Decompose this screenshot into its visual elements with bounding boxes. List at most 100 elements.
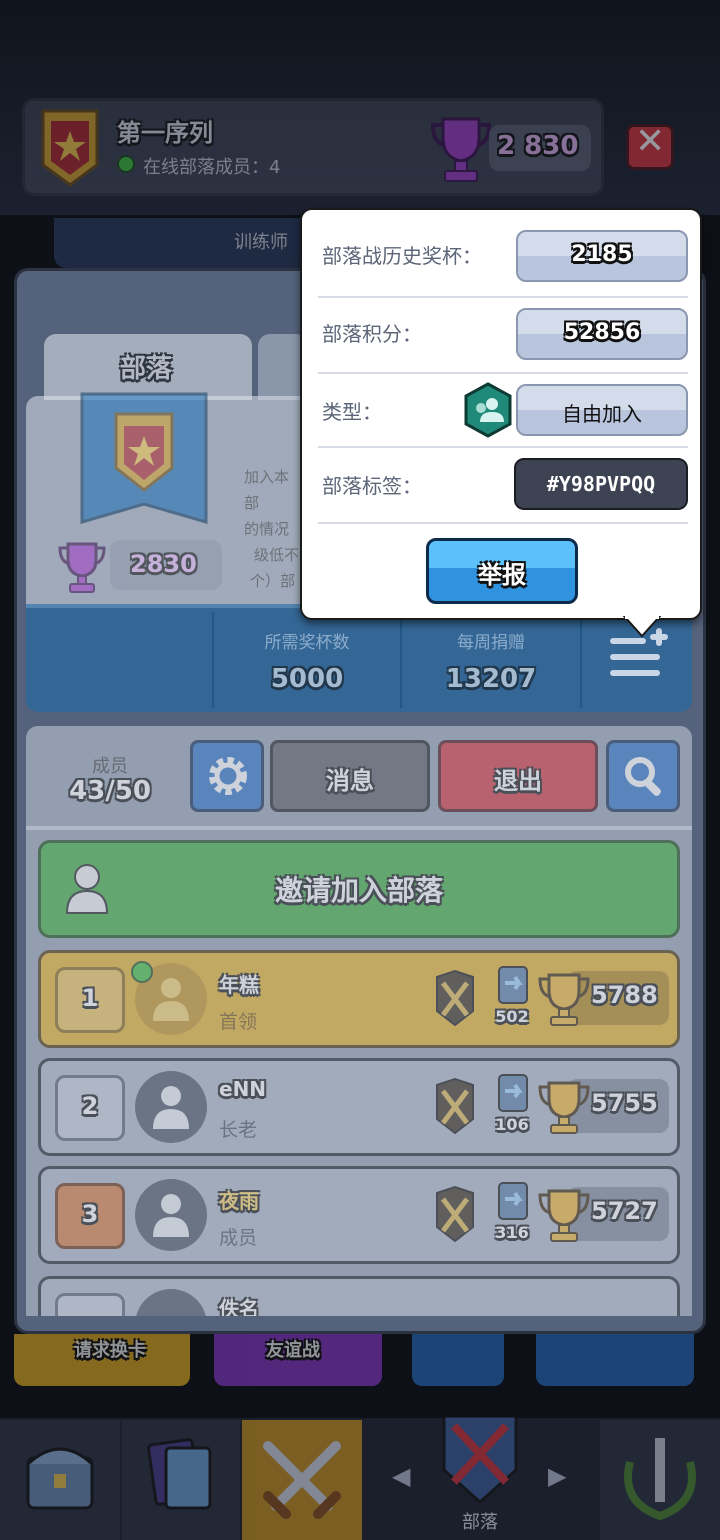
leave-button-label: 退出 [494,767,542,795]
clan-trophy-count: 2 830 [497,131,579,161]
description-line: 的情况 [244,520,290,538]
clan-shield-icon [442,1414,518,1505]
avatar [135,1071,207,1143]
clan-tag-value: #Y98PVPQQ [546,472,656,496]
crossed-swords-icon [436,969,474,1027]
rank-badge: 3 [55,1183,125,1249]
report-button[interactable]: 举报 [426,538,578,604]
rank-badge: 2 [55,1075,125,1141]
clan-trophy-value: 2830 [130,550,197,578]
tab-clan-active[interactable] [434,1410,526,1510]
required-trophies-label: 所需奖杯数 [264,633,350,653]
member-role: 成员 [219,1227,258,1249]
request-cards-button[interactable]: 请求换卡 [14,1334,190,1386]
chat-button[interactable] [536,1334,694,1386]
member-name: 年糕 [219,973,259,997]
member-name: 夜雨 [219,1189,259,1213]
friendly-battle-label: 友谊战 [266,1340,320,1361]
war-trophies-box: 2185 [516,230,688,282]
clan-trophy-icon [58,542,106,593]
donation-count: 316 [495,1223,529,1242]
emote-button[interactable] [412,1334,504,1386]
divider [318,296,688,298]
tab-shop[interactable] [0,1420,120,1540]
search-icon [625,757,661,796]
member-name: eNN [219,1077,267,1101]
tab-clan-label: 部落 [462,1512,498,1533]
crossed-swords-icon [436,1185,474,1243]
tab-cards[interactable] [122,1420,240,1540]
member-row[interactable]: 佚名 [38,1276,680,1316]
popup-pointer [622,616,662,638]
member-trophies: 5788 [591,981,658,1009]
person-icon [153,1086,189,1129]
close-button[interactable]: ✕ [626,121,674,170]
clan-score-value: 52856 [563,320,641,345]
type-value: 自由加入 [562,402,642,426]
clan-trophy-box: 2830 [110,540,222,590]
avatar [135,1179,207,1251]
rank-badge: 1 [55,967,125,1033]
open-join-icon [464,382,512,438]
trophy-icon [538,973,590,1026]
card-exchange-icon [498,1074,528,1112]
clan-tag-box[interactable]: #Y98PVPQQ [514,458,688,510]
clan-name: 第一序列 [117,119,213,147]
war-trophies-label: 部落战历史奖杯： [322,244,482,268]
rank-badge [55,1293,125,1316]
report-button-label: 举报 [478,561,526,589]
leave-button[interactable]: 退出 [438,740,598,812]
member-row[interactable]: 3 夜雨 成员 316 5727 [38,1166,680,1264]
description-line: 级低不 [254,546,300,564]
rank-number: 3 [81,1200,99,1228]
online-members-label: 在线部落成员：4 [143,157,281,178]
tab-clan-label: 部落 [120,354,173,384]
search-button[interactable] [606,740,680,812]
member-name: 佚名 [219,1297,259,1316]
members-label: 成员 [92,756,128,777]
weekly-donations-label: 每周捐赠 [457,633,525,653]
tag-label: 部落标签： [322,474,422,498]
tab-next-arrow-icon[interactable]: ▶ [548,1462,566,1490]
invite-button-label: 邀请加入部落 [274,874,443,907]
card-exchange-icon [498,966,528,1004]
clan-header: 第一序列 在线部落成员：4 2 830 [22,98,604,196]
clan-info-popup: 部落战历史奖杯： 2185 部落积分： 52856 类型： 自由加入 部落标签：… [300,208,702,620]
friendly-battle-button[interactable]: 友谊战 [214,1334,382,1386]
invite-button[interactable]: 邀请加入部落 [38,840,680,938]
crossed-swords-icon [436,1077,474,1135]
person-icon [153,1194,189,1237]
person-icon [153,978,189,1021]
members-count: 43/50 [69,776,151,806]
close-icon: ✕ [635,121,666,162]
member-role: 长老 [219,1119,258,1141]
member-role: 首领 [219,1011,258,1033]
description-line: 个）部 [250,572,296,590]
request-cards-label: 请求换卡 [74,1340,146,1361]
required-trophies-value: 5000 [270,664,344,694]
war-trophies-value: 2185 [571,242,633,267]
weekly-donations-value: 13207 [445,664,537,694]
clan-description: 加入本部 的情况 级低不 个）部 [244,464,300,594]
messages-button[interactable]: 消息 [270,740,430,812]
divider [318,372,688,374]
tab-clan[interactable]: 部落 [44,334,252,400]
clan-score-box: 52856 [516,308,688,360]
online-dot [117,155,135,173]
description-line: 加入本部 [244,468,290,512]
member-row[interactable]: 1 年糕 首领 502 5788 [38,950,680,1048]
divider [580,612,582,708]
rank-number: 2 [81,1092,99,1120]
donation-count: 106 [495,1115,529,1134]
cards-icon [147,1438,212,1510]
clan-score-label: 部落积分： [322,322,422,346]
donation-count: 502 [495,1007,529,1026]
member-row[interactable]: 2 eNN 长老 106 5755 [38,1058,680,1156]
member-trophies: 5755 [591,1089,658,1117]
tab-events[interactable] [600,1420,720,1540]
banner-strip-text: 训练师 [234,232,288,253]
settings-button[interactable] [190,740,264,812]
tab-battle[interactable] [242,1420,362,1540]
tab-prev-arrow-icon[interactable]: ◀ [392,1462,410,1490]
messages-button-label: 消息 [326,767,374,795]
